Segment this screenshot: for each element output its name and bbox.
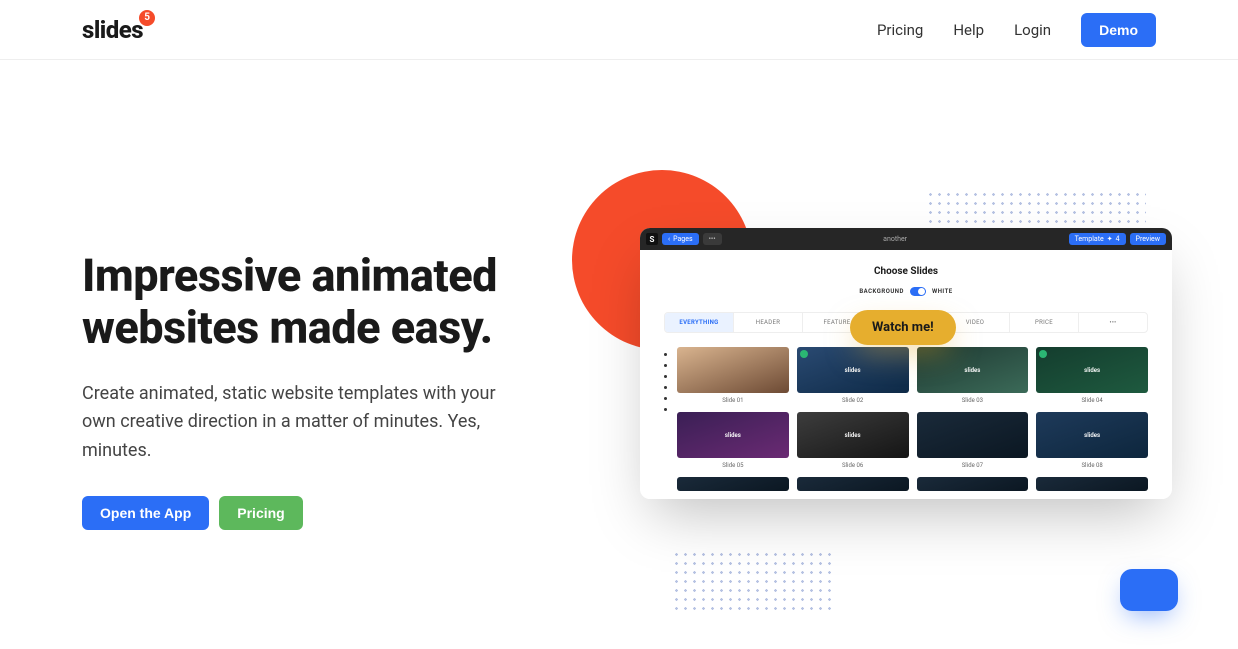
slide-thumbnail [1036,477,1148,491]
slide-item[interactable] [797,477,909,491]
slide-thumbnail [677,477,789,491]
slide-item[interactable]: slides Slide 05 [677,412,789,469]
slide-thumbnail: slides [797,412,909,458]
hero-title: Impressive animated websites made easy. [82,250,522,354]
slide-thumbnail [917,412,1029,458]
slide-label: Slide 05 [722,462,743,469]
toggle-right-label: WHITE [932,288,953,295]
hero: Impressive animated websites made easy. … [0,60,1238,630]
slide-thumbnail: slides [797,347,909,393]
background-toggle[interactable] [910,287,926,296]
slide-label: Slide 07 [962,462,983,469]
slide-label: Slide 08 [1081,462,1102,469]
template-label: Template [1075,235,1104,243]
app-body: Choose Slides BACKGROUND WHITE EVERYTHIN… [640,250,1172,499]
slides-grid: Slide 01slidesSlide 02slidesSlide 03slid… [677,347,1148,491]
nav-pricing[interactable]: Pricing [877,21,923,39]
logo[interactable]: slides 5 [82,16,143,44]
hero-ctas: Open the App Pricing [82,496,522,530]
slide-item[interactable]: slides Slide 02 [797,347,909,404]
category-tab[interactable]: ••• [1079,313,1147,332]
slide-thumbnail [797,477,909,491]
hero-subtitle: Create animated, static website template… [82,380,502,466]
app-window: S ‹ Pages ••• another Template ✦ 4 Previ… [640,228,1172,499]
slide-item[interactable]: slides Slide 03 [917,347,1029,404]
app-titlebar: S ‹ Pages ••• another Template ✦ 4 Previ… [640,228,1172,250]
nav-links: Pricing Help Login Demo [877,13,1156,47]
slide-item[interactable] [677,477,789,491]
slide-item[interactable]: slides Slide 06 [797,412,909,469]
more-button[interactable]: ••• [703,233,722,245]
logo-badge: 5 [139,10,155,26]
watch-me-button[interactable]: Watch me! [850,310,956,345]
slide-thumbnail: slides [1036,347,1148,393]
slide-label: Slide 01 [722,397,743,404]
slide-label: Slide 03 [962,397,983,404]
app-logo-icon: S [646,233,658,245]
slide-item[interactable] [917,477,1029,491]
background-toggle-row: BACKGROUND WHITE [664,287,1148,296]
magic-icon: ✦ [1107,235,1113,243]
slide-thumbnail: slides [1036,412,1148,458]
category-tab[interactable]: EVERYTHING [665,313,734,332]
slide-thumbnail: slides [917,347,1029,393]
check-icon [1039,350,1047,358]
category-tab[interactable]: PRICE [1010,313,1079,332]
chat-fab[interactable] [1120,569,1178,611]
pages-label: Pages [673,235,692,243]
slide-item[interactable]: slides Slide 04 [1036,347,1148,404]
logo-text: slides [82,16,143,44]
hero-left: Impressive animated websites made easy. … [82,250,522,530]
slide-label: Slide 06 [842,462,863,469]
project-name: another [722,235,1069,243]
slide-item[interactable]: Slide 01 [677,347,789,404]
page-nav-dots [664,347,667,491]
slide-item[interactable]: Slide 07 [917,412,1029,469]
slide-item[interactable] [1036,477,1148,491]
pages-back-button[interactable]: ‹ Pages [662,233,699,245]
slide-thumbnail [917,477,1029,491]
nav-help[interactable]: Help [953,21,984,39]
hero-illustration: Watch me! S ‹ Pages ••• another Template… [552,150,1156,630]
preview-button[interactable]: Preview [1130,233,1166,245]
decor-dots-bottom [672,550,832,610]
slide-label: Slide 04 [1081,397,1102,404]
slide-label: Slide 02 [842,397,863,404]
check-icon [800,350,808,358]
toggle-left-label: BACKGROUND [859,288,904,295]
pricing-button[interactable]: Pricing [219,496,302,530]
top-nav: slides 5 Pricing Help Login Demo [0,0,1238,60]
chevron-left-icon: ‹ [668,235,670,243]
category-tab[interactable]: HEADER [734,313,803,332]
template-count: 4 [1116,235,1120,243]
open-app-button[interactable]: Open the App [82,496,209,530]
slide-thumbnail [677,347,789,393]
slide-item[interactable]: slides Slide 08 [1036,412,1148,469]
nav-demo-button[interactable]: Demo [1081,13,1156,47]
nav-login[interactable]: Login [1014,21,1051,39]
slide-thumbnail: slides [677,412,789,458]
template-button[interactable]: Template ✦ 4 [1069,233,1126,245]
choose-slides-heading: Choose Slides [664,266,1148,277]
